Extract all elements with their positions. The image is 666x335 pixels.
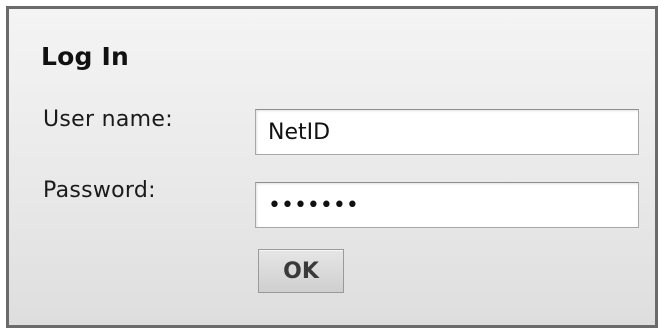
password-label: Password: bbox=[43, 178, 156, 203]
password-field-box bbox=[255, 182, 639, 228]
username-field-box bbox=[255, 109, 639, 155]
panel-title: Log In bbox=[41, 42, 130, 71]
username-label: User name: bbox=[43, 107, 173, 132]
ok-button[interactable]: OK bbox=[258, 249, 344, 293]
username-input[interactable] bbox=[256, 110, 638, 154]
login-panel: Log In User name: Password: OK bbox=[6, 6, 658, 328]
password-input[interactable] bbox=[256, 183, 638, 227]
